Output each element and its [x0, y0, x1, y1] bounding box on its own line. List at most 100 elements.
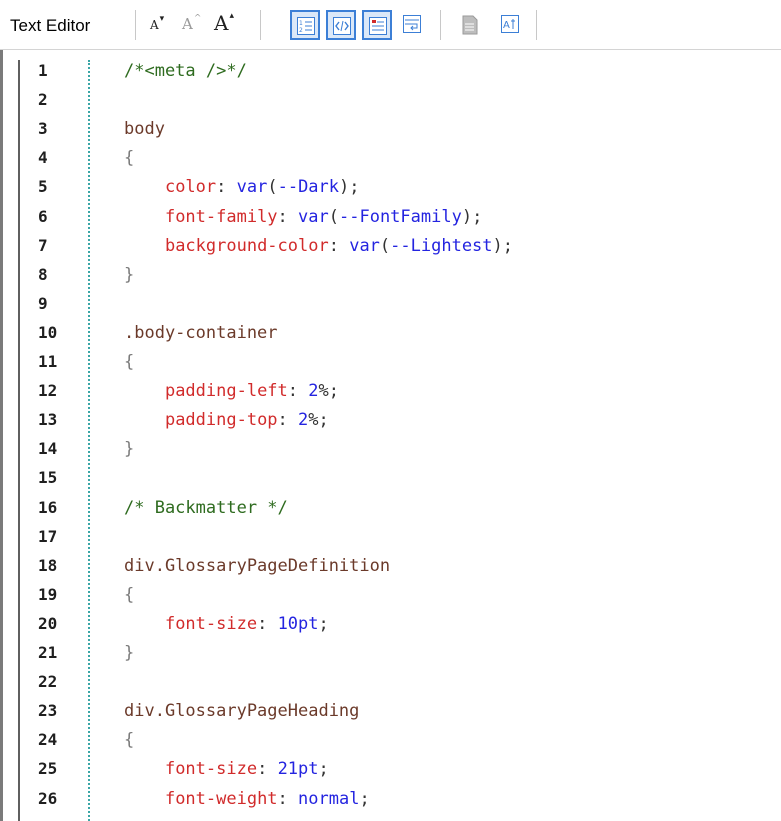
code-text: padding-top: 2%;	[124, 410, 329, 430]
code-token: div.GlossaryPageDefinition	[124, 555, 391, 576]
code-token: 21pt	[277, 759, 319, 780]
line-number: 24	[38, 730, 58, 750]
text-editor-toolbar: Text Editor A▾ A^ A▴ 1 2 A	[0, 0, 781, 50]
code-line: 24 {	[0, 730, 781, 759]
toolbar-title: Text Editor	[10, 16, 91, 35]
svg-text:A: A	[503, 20, 510, 31]
line-number: 18	[38, 555, 58, 575]
code-line: 13 padding-top: 2%;	[0, 410, 781, 439]
syntax-highlight-icon[interactable]	[326, 10, 356, 40]
code-token: font-size	[164, 759, 258, 780]
code-text: font-size: 10pt;	[124, 614, 329, 634]
code-line: 18 div.GlossaryPageDefinition	[0, 556, 781, 585]
line-number: 9	[38, 293, 48, 313]
code-line: 14}	[0, 439, 781, 468]
code-line: 12 padding-left: 2%;	[0, 381, 781, 410]
code-token: ;	[318, 759, 329, 780]
line-number: 11	[38, 352, 58, 371]
code-token: font-size	[164, 613, 258, 634]
code-token: :	[257, 613, 278, 634]
code-token: .body-container	[124, 322, 278, 343]
code-text: }	[124, 439, 134, 459]
code-text: font-weight: normal;	[124, 789, 370, 809]
code-token: (	[267, 177, 278, 198]
font-settings-icon[interactable]: A	[496, 10, 526, 40]
code-editor[interactable]: 1/*<meta />*/2 3 body 4{5 color: var(--Dark…	[0, 50, 781, 821]
line-number: 21	[38, 643, 58, 662]
code-token: :	[277, 788, 299, 809]
code-token: {	[124, 730, 135, 751]
default-font-button[interactable]: A^	[182, 14, 201, 36]
line-number: 1	[38, 61, 48, 80]
code-token: ;	[359, 788, 370, 809]
code-line: 6 font-family: var(--FontFamily);	[0, 207, 781, 236]
code-token: ;	[318, 613, 329, 634]
svg-text:1: 1	[299, 20, 303, 27]
increase-font-button[interactable]: A▴	[214, 11, 234, 35]
code-token: );	[339, 177, 360, 198]
line-numbers-icon[interactable]: 1 2	[290, 10, 320, 40]
toolbar-separator	[135, 10, 136, 40]
code-line: 5 color: var(--Dark);	[0, 177, 781, 206]
code-token: {	[124, 148, 135, 169]
document-icon[interactable]	[456, 10, 486, 40]
code-text: div.GlossaryPageDefinition	[124, 556, 390, 576]
code-token: --Dark	[277, 177, 340, 198]
code-line: 8}	[0, 265, 781, 294]
code-token: }	[124, 264, 135, 285]
code-line: 16 /* Backmatter */	[0, 498, 781, 527]
code-line: 20 font-size: 10pt;	[0, 614, 781, 643]
code-token: 2	[308, 381, 319, 402]
code-token: 2	[298, 410, 309, 431]
code-text: {	[124, 730, 134, 750]
line-number: 19	[38, 584, 58, 604]
code-line: 1 /*<meta />*/	[0, 61, 781, 90]
code-line: 21}	[0, 643, 781, 672]
code-text: padding-left: 2%;	[124, 381, 339, 401]
code-token: :	[216, 177, 237, 198]
line-number: 8	[38, 264, 48, 284]
line-number: 3	[38, 119, 48, 139]
code-line: 15	[0, 468, 781, 497]
code-token: (	[328, 206, 339, 227]
code-text: background-color: var(--Lightest);	[124, 236, 513, 256]
line-number: 25	[38, 759, 58, 779]
code-token: :	[277, 410, 299, 431]
line-number: 10	[38, 322, 58, 342]
line-number: 14	[38, 439, 58, 459]
line-number: 7	[38, 235, 48, 255]
line-number: 26	[38, 788, 58, 808]
code-line: 17	[0, 527, 781, 556]
toolbar-separator	[536, 10, 537, 40]
code-token: :	[287, 381, 309, 402]
code-token: 10pt	[277, 613, 319, 634]
code-text: {	[124, 352, 134, 372]
code-token: padding-top	[164, 410, 278, 431]
code-text: {	[124, 585, 134, 605]
line-number: 6	[38, 206, 48, 226]
code-token: color	[164, 177, 217, 198]
show-whitespace-icon[interactable]	[362, 10, 392, 40]
code-text: color: var(--Dark);	[124, 177, 360, 197]
code-token: normal	[298, 788, 360, 809]
line-number: 13	[38, 410, 58, 430]
code-text: /* Backmatter */	[124, 498, 288, 518]
line-number: 12	[38, 381, 58, 401]
code-token: /* Backmatter */	[124, 497, 288, 518]
code-token: background-color	[164, 235, 329, 256]
code-line: 7 background-color: var(--Lightest);	[0, 236, 781, 265]
code-token: --FontFamily	[339, 206, 462, 227]
code-text: }	[124, 643, 134, 663]
toolbar-separator	[260, 10, 261, 40]
code-token: body	[124, 119, 165, 140]
code-token: }	[124, 439, 135, 460]
line-number: 16	[38, 497, 58, 517]
decrease-font-button[interactable]: A▾	[150, 14, 164, 36]
word-wrap-icon[interactable]	[398, 10, 428, 40]
